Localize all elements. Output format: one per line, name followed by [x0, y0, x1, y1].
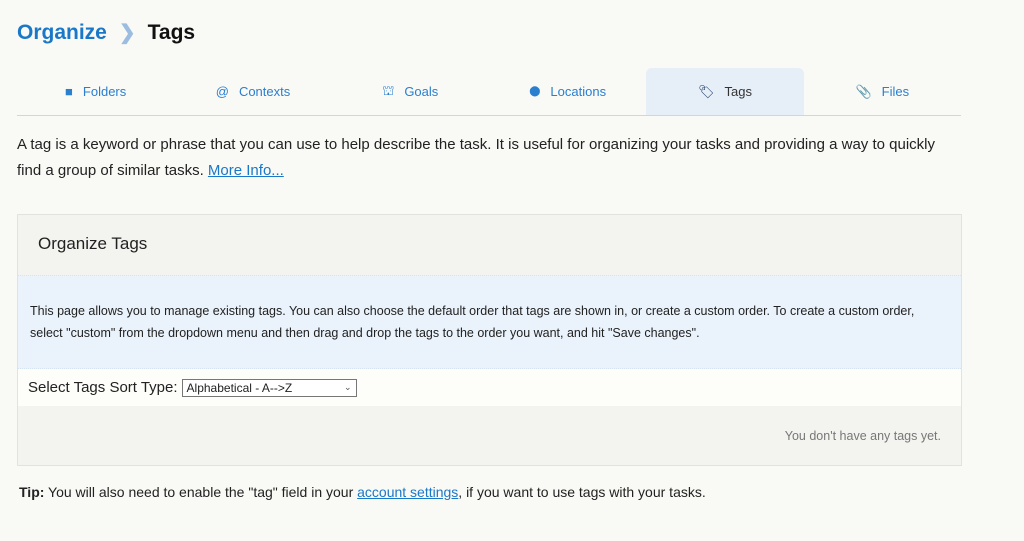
tab-label: Goals	[404, 84, 439, 99]
tab-label: Contexts	[238, 84, 291, 99]
tip-body-end: , if you want to use tags with your task…	[458, 484, 706, 500]
paperclip-icon: 📎	[855, 83, 872, 99]
intro-body: A tag is a keyword or phrase that you ca…	[17, 136, 935, 179]
tab-label: Folders	[82, 84, 127, 99]
tab-bar: ■ Folders @ Contexts ⛫ Goals ⬤ Locations 🏷 Ta…	[17, 68, 961, 116]
sort-value: Alphabetical - A-->Z	[186, 380, 293, 395]
tab-label: Tags	[724, 84, 752, 99]
panel-info: This page allows you to manage existing …	[18, 275, 961, 369]
account-settings-link[interactable]: account settings	[357, 484, 458, 500]
tip-body: You will also need to enable the "tag" f…	[44, 484, 358, 500]
tab-folders[interactable]: ■ Folders	[17, 68, 174, 115]
tab-files[interactable]: 📎 Files	[804, 68, 961, 115]
empty-message: You don't have any tags yet.	[784, 429, 941, 443]
tip-label: Tip:	[19, 484, 45, 500]
sort-label: Select Tags Sort Type:	[28, 379, 178, 396]
page-title: Tags	[147, 20, 196, 44]
folder-icon: ■	[65, 84, 73, 99]
goals-icon: ⛫	[382, 82, 395, 98]
sort-row: Select Tags Sort Type: Alphabetical - A-…	[18, 369, 961, 406]
sort-type-select[interactable]: Alphabetical - A-->Z ⌄	[181, 378, 357, 397]
tip-text: Tip: You will also need to enable the "t…	[19, 484, 706, 500]
tab-tags[interactable]: 🏷 Tags	[646, 68, 804, 115]
tab-goals[interactable]: ⛫ Goals	[332, 68, 489, 115]
intro-text: A tag is a keyword or phrase that you ca…	[17, 132, 957, 184]
more-info-link[interactable]: More Info...	[208, 162, 284, 179]
at-icon: @	[215, 84, 229, 99]
breadcrumb: Organize ❯ Tags	[17, 20, 195, 45]
breadcrumb-organize-link[interactable]: Organize	[17, 21, 107, 45]
tag-icon: 🏷	[697, 83, 715, 99]
panel-title: Organize Tags	[38, 234, 148, 253]
panel-info-text: This page allows you to manage existing …	[30, 304, 915, 340]
tab-label: Files	[881, 84, 910, 99]
chevron-down-icon: ⌄	[343, 382, 352, 392]
organize-tags-panel: Organize Tags This page allows you to ma…	[17, 214, 962, 466]
tab-contexts[interactable]: @ Contexts	[174, 68, 331, 115]
tab-label: Locations	[550, 84, 607, 99]
map-pin-icon: ⬤	[529, 86, 541, 97]
chevron-right-icon: ❯	[118, 22, 136, 44]
tab-locations[interactable]: ⬤ Locations	[489, 68, 646, 115]
